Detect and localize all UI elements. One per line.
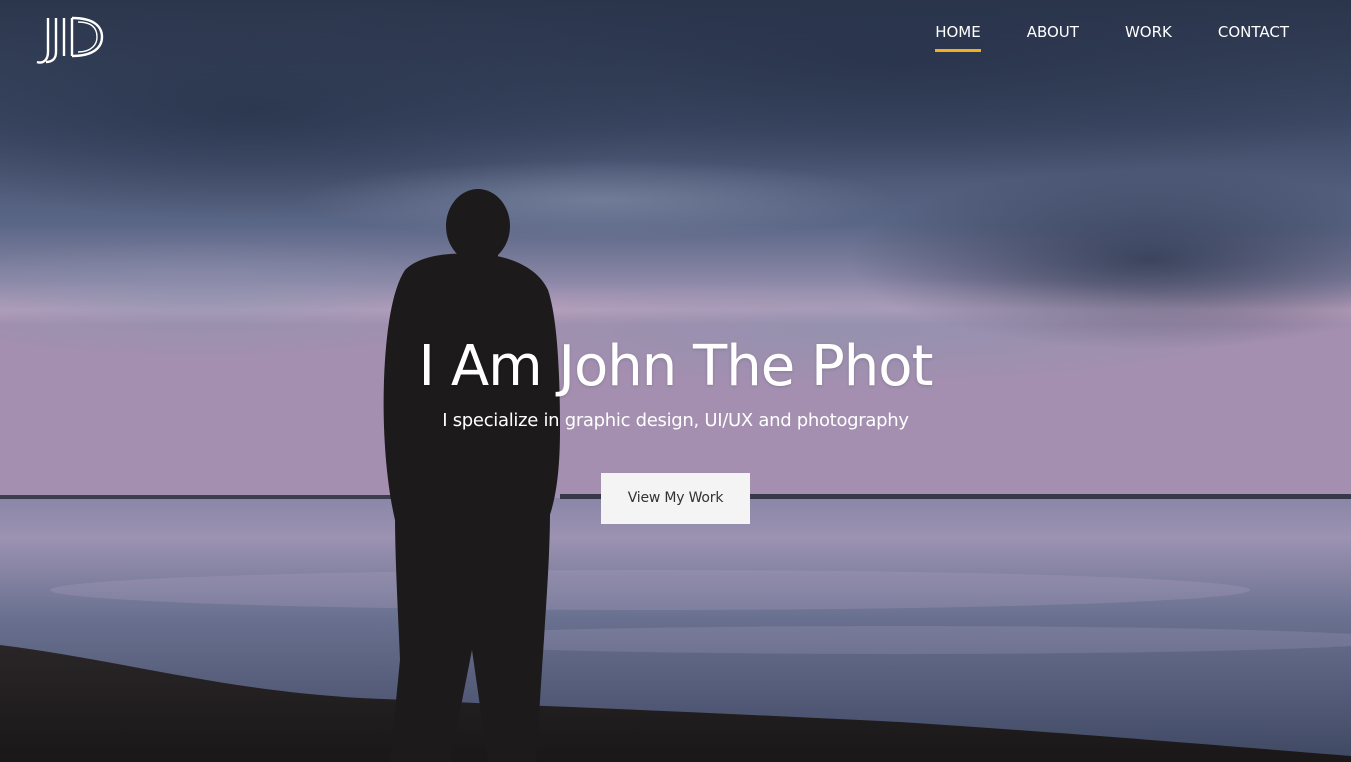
hero-content: I Am John The Phot I specialize in graph… xyxy=(0,328,1351,524)
nav-item-contact[interactable]: CONTACT xyxy=(1218,0,1289,52)
nav-item-about[interactable]: ABOUT xyxy=(1027,0,1079,52)
main-navigation: HOME ABOUT WORK CONTACT xyxy=(889,0,1289,60)
nav-item-home[interactable]: HOME xyxy=(935,0,981,52)
hero-title: I Am John The Phot xyxy=(418,334,934,399)
hero-subtitle: I specialize in graphic design, UI/UX an… xyxy=(442,410,909,431)
view-my-work-button[interactable]: View My Work xyxy=(601,473,750,524)
jd-monogram-logo-icon[interactable] xyxy=(34,14,104,66)
hero-section: HOME ABOUT WORK CONTACT I Am John The Ph… xyxy=(0,0,1351,762)
nav-item-work[interactable]: WORK xyxy=(1125,0,1172,52)
